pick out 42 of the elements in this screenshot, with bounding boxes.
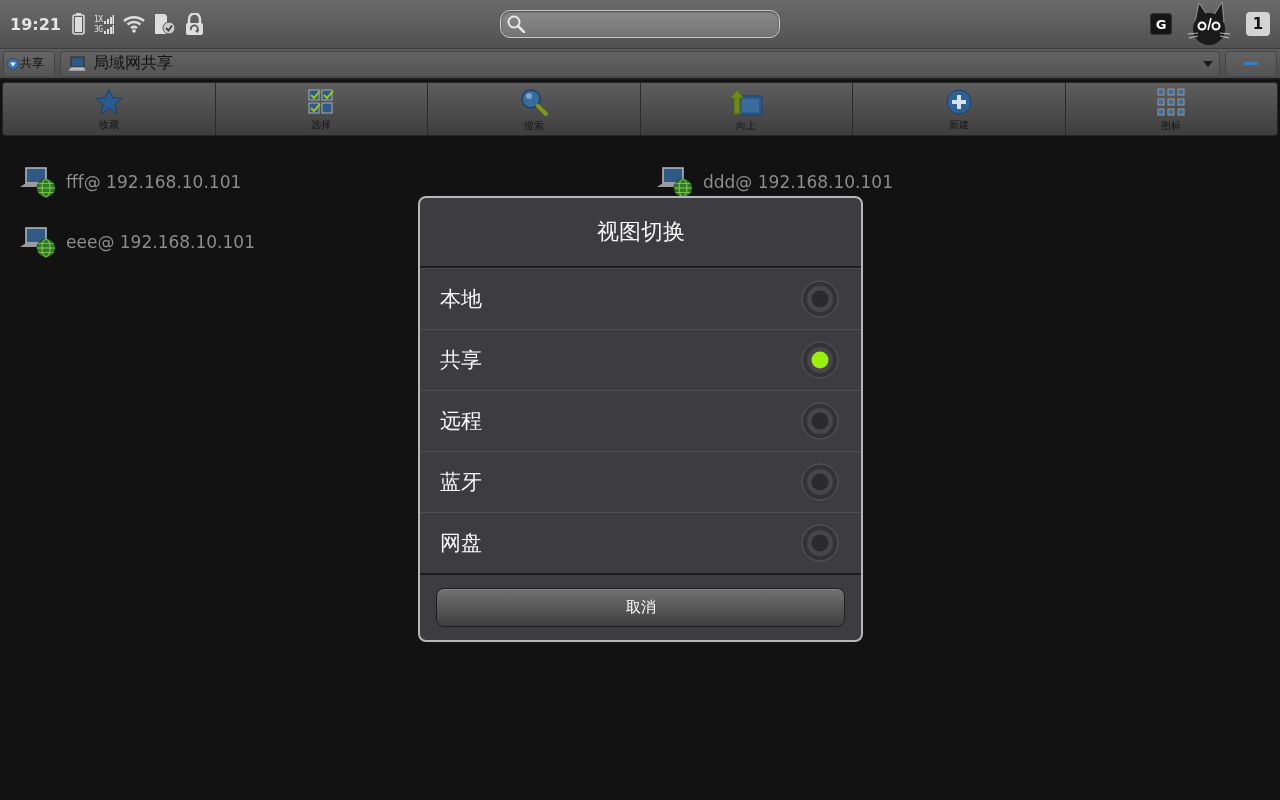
- dropdown-circle-icon: [7, 57, 19, 70]
- star-icon: [94, 88, 123, 115]
- host-name[interactable]: eee@ 192.168.10.101: [66, 232, 255, 252]
- laptop-icon: [67, 55, 87, 72]
- option-label[interactable]: 本地: [440, 285, 482, 313]
- network-type-label: 1X: [93, 14, 103, 24]
- laptop-globe-icon: [18, 226, 56, 258]
- plus-circle-icon: [945, 88, 972, 115]
- battery-icon: [71, 13, 85, 35]
- signal-bars-icon: [103, 14, 114, 24]
- search-icon: [507, 15, 525, 33]
- view-mode-button[interactable]: 共享: [3, 50, 55, 77]
- option-label[interactable]: 网盘: [440, 529, 482, 557]
- caret-icon: [1203, 60, 1213, 67]
- signal-bars-icon: [103, 24, 114, 34]
- minus-icon: [1244, 62, 1258, 65]
- radio-button[interactable]: [801, 463, 839, 501]
- radio-button[interactable]: [801, 341, 839, 379]
- option-label[interactable]: 蓝牙: [440, 468, 482, 496]
- wifi-icon: [122, 15, 145, 33]
- radio-button[interactable]: [801, 524, 839, 562]
- notification-badge[interactable]: G: [1150, 13, 1172, 35]
- folder-up-icon: [729, 87, 764, 116]
- option-label[interactable]: 远程: [440, 407, 482, 435]
- option-label[interactable]: 共享: [440, 346, 482, 374]
- notification-count[interactable]: 1: [1246, 12, 1270, 36]
- search-field[interactable]: [500, 10, 780, 38]
- checkbox-grid-icon: [308, 88, 335, 115]
- icon-grid-icon: [1157, 87, 1186, 116]
- sd-card-check-icon: [153, 13, 176, 35]
- laptop-globe-icon: [18, 166, 56, 198]
- host-name[interactable]: ddd@ 192.168.10.101: [703, 172, 893, 192]
- search-icon: [519, 87, 548, 116]
- radio-button[interactable]: [801, 280, 839, 318]
- host-name[interactable]: fff@ 192.168.10.101: [66, 172, 242, 192]
- path-dropdown[interactable]: 局域网共享: [60, 50, 1220, 77]
- dialog-title: 视图切换: [596, 218, 685, 246]
- radio-button[interactable]: [801, 402, 839, 440]
- cancel-button[interactable]: 取消: [436, 588, 845, 627]
- clock-time: 19:21: [10, 14, 61, 34]
- network-type-label: 3G: [93, 24, 103, 34]
- padlock-rotate-icon: [184, 12, 204, 36]
